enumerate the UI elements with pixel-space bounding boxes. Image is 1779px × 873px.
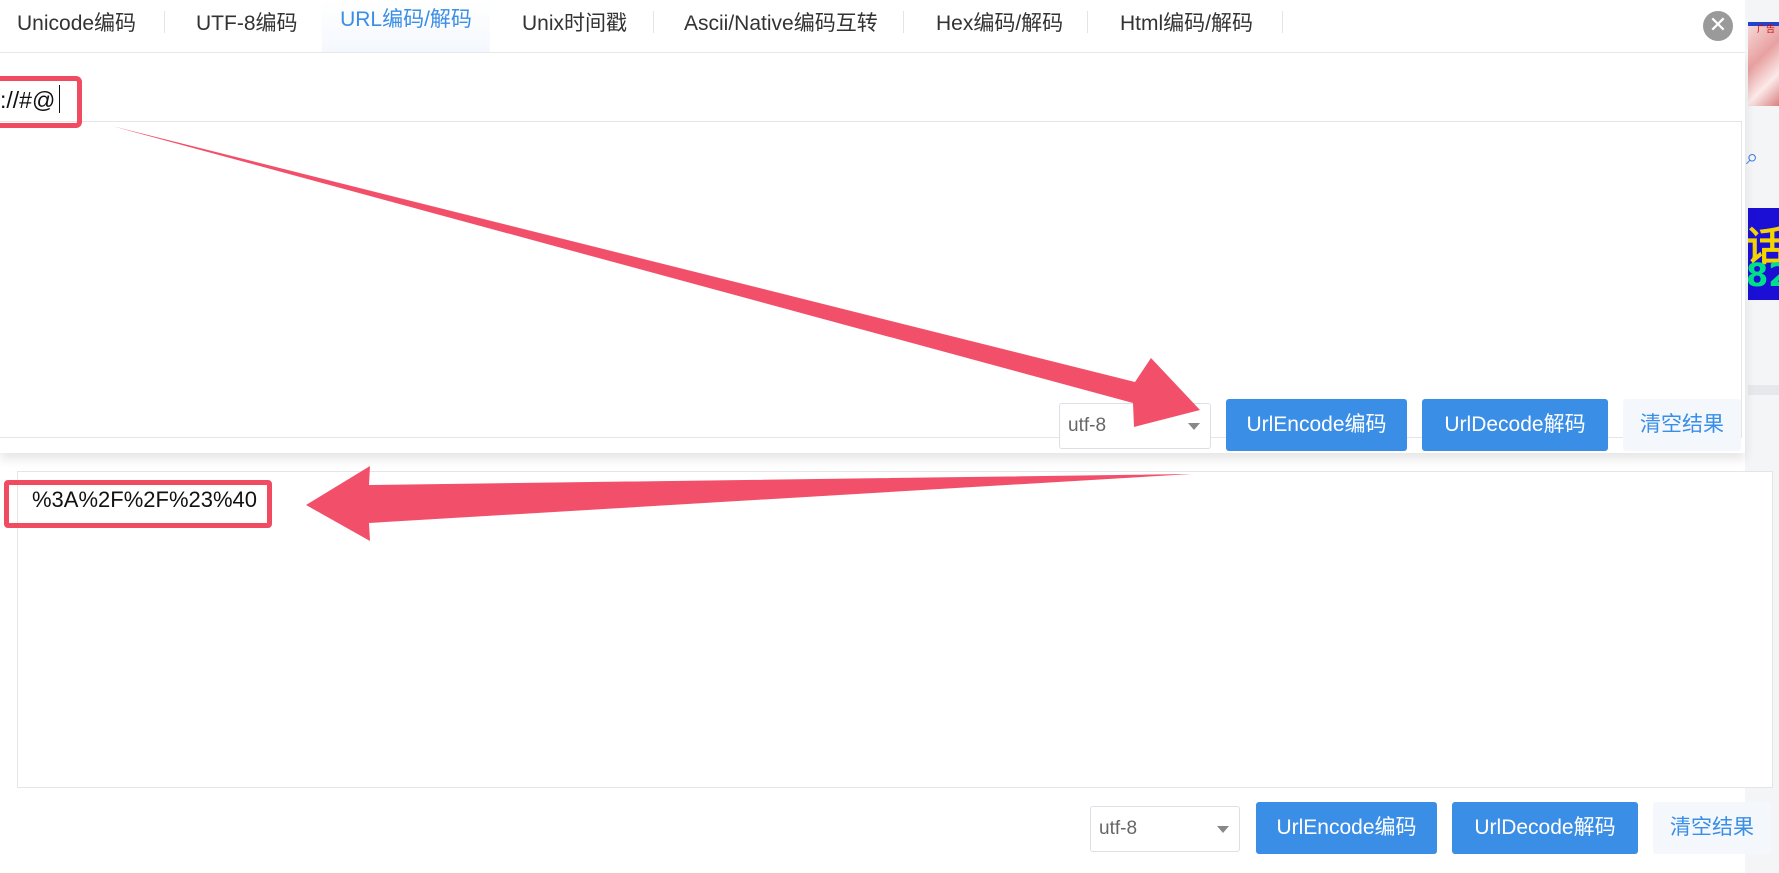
arrow-to-output [306,466,1192,541]
annotation-arrows [112,126,1200,541]
arrow-to-encode-button [112,126,1200,427]
